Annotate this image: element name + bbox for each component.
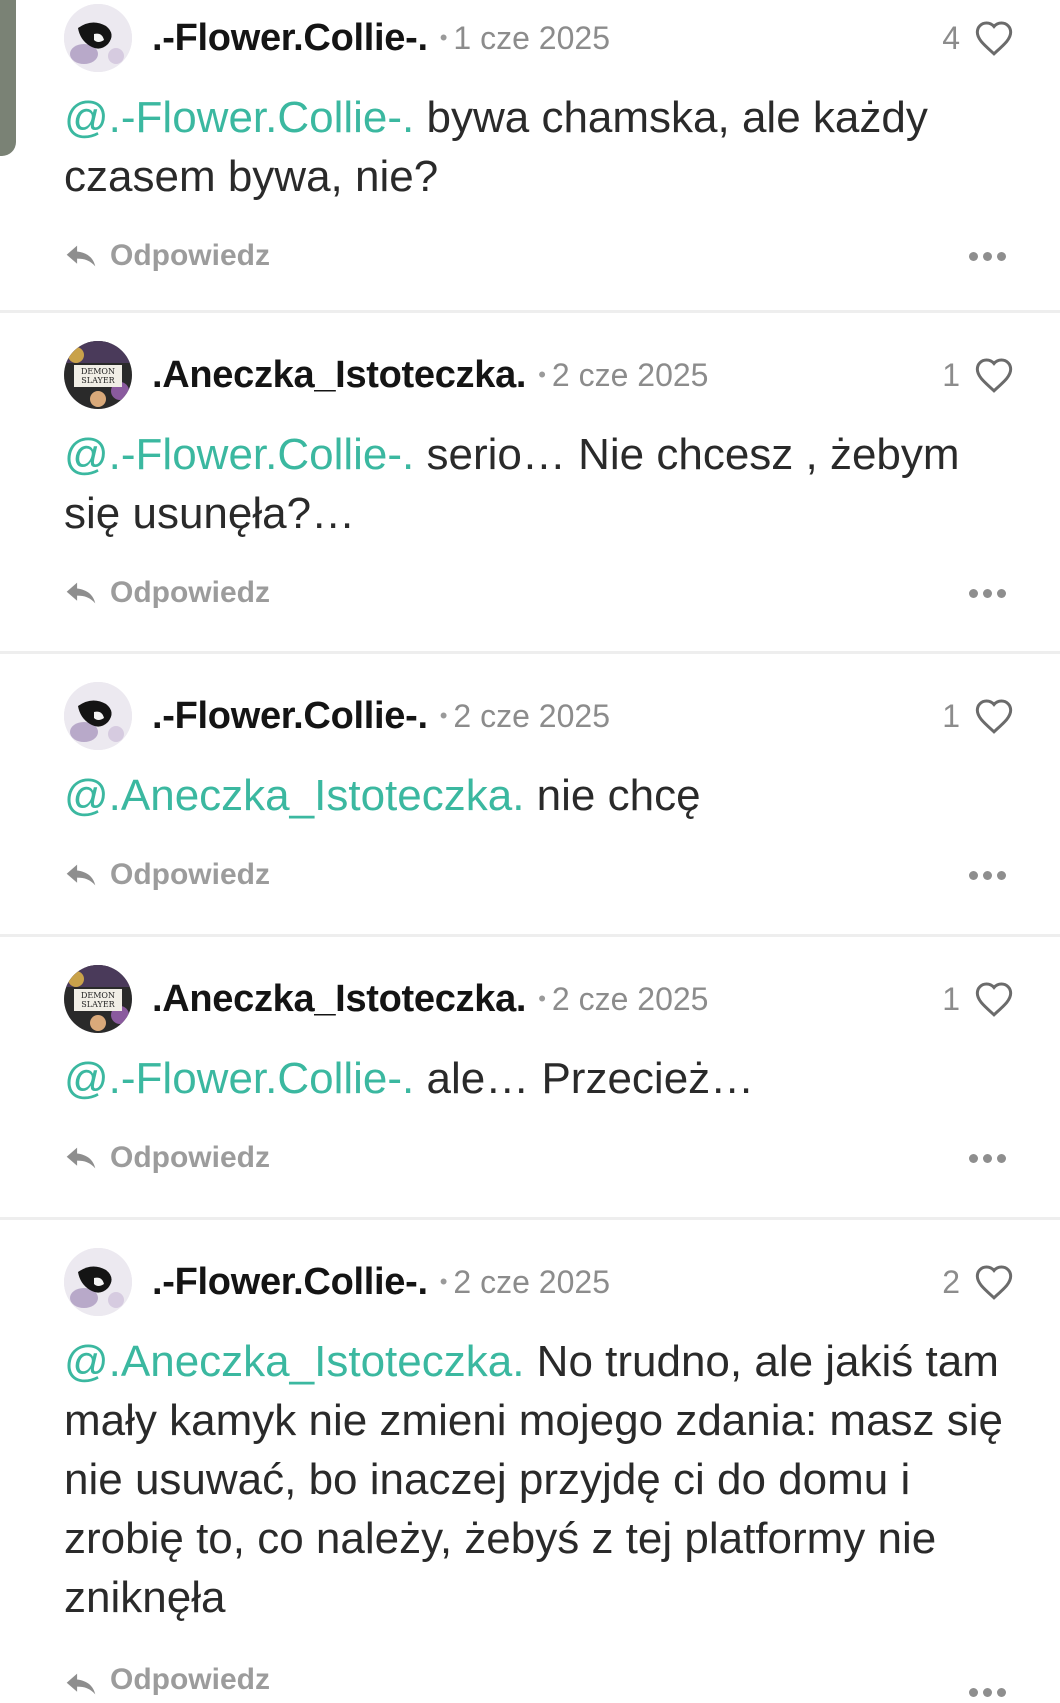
avatar-demon-slayer[interactable]: DEMON SLAYER [64,341,132,409]
comment-actions: Odpowiedz [64,1627,1014,1697]
svg-text:DEMON: DEMON [81,991,115,1000]
comment-actions: Odpowiedz [64,1108,1014,1208]
comment-header: .-Flower.Collie-. • 1 cze 2025 4 [64,0,1014,76]
comment-text: @.-Flower.Collie-. ale… Przecież… [64,1049,1014,1108]
separator-dot: • [439,1269,448,1294]
more-options-icon[interactable] [969,1153,1006,1163]
comment: .-Flower.Collie-. • 2 cze 2025 1 @.Anecz… [0,654,1060,937]
like-count: 4 [942,19,960,56]
comment-actions: Odpowiedz [64,543,1014,643]
reply-icon[interactable] [64,580,98,606]
like-count: 1 [942,980,960,1017]
like-area: 4 [942,19,1014,57]
username[interactable]: .Aneczka_Istoteczka. [152,354,526,397]
comment-text: @.Aneczka_Istoteczka. No trudno, ale jak… [64,1332,1014,1627]
reply-button[interactable]: Odpowiedz [110,858,270,892]
svg-text:SLAYER: SLAYER [81,376,115,385]
username[interactable]: .Aneczka_Istoteczka. [152,978,526,1021]
comment-text: @.-Flower.Collie-. bywa chamska, ale każ… [64,88,1014,206]
heart-icon[interactable] [974,980,1014,1018]
comment-body: nie chcę [524,771,701,820]
mention-link[interactable]: @.-Flower.Collie-. [64,93,414,142]
avatar-collie[interactable] [64,1248,132,1316]
like-area: 2 [942,1263,1014,1301]
like-area: 1 [942,697,1014,735]
reply-icon[interactable] [64,1671,98,1697]
reply-button[interactable]: Odpowiedz [110,576,270,610]
reply-icon[interactable] [64,862,98,888]
comment-text: @.Aneczka_Istoteczka. nie chcę [64,766,1014,825]
comment-text: @.-Flower.Collie-. serio… Nie chcesz , ż… [64,425,1014,543]
mention-link[interactable]: @.Aneczka_Istoteczka. [64,771,524,820]
avatar-collie[interactable] [64,4,132,72]
more-options-icon[interactable] [969,1688,1006,1697]
separator-dot: • [538,986,546,1011]
like-count: 1 [942,697,960,734]
mention-link[interactable]: @.Aneczka_Istoteczka. [64,1337,524,1386]
comment-header: .-Flower.Collie-. • 2 cze 2025 2 [64,1244,1014,1320]
mention-link[interactable]: @.-Flower.Collie-. [64,430,414,479]
like-area: 1 [942,980,1014,1018]
like-count: 2 [942,1263,960,1300]
reply-icon[interactable] [64,243,98,269]
heart-icon[interactable] [974,697,1014,735]
separator-dot: • [439,25,448,50]
username[interactable]: .-Flower.Collie-. [152,695,428,738]
mention-link[interactable]: @.-Flower.Collie-. [64,1054,414,1103]
avatar-demon-slayer[interactable]: DEMON SLAYER [64,965,132,1033]
comment-actions: Odpowiedz [64,825,1014,925]
svg-text:DEMON: DEMON [81,367,115,376]
heart-icon[interactable] [974,356,1014,394]
separator-dot: • [439,703,448,728]
separator-dot: • [538,362,546,387]
like-count: 1 [942,356,960,393]
comment: DEMON SLAYER .Aneczka_Istoteczka. • 2 cze… [0,937,1060,1220]
heart-icon[interactable] [974,19,1014,57]
more-options-icon[interactable] [969,251,1006,261]
reply-icon[interactable] [64,1145,98,1171]
comment-body: ale… Przecież… [414,1054,755,1103]
svg-text:SLAYER: SLAYER [81,1000,115,1009]
comment: .-Flower.Collie-. • 2 cze 2025 2 @.Anecz… [0,1220,1060,1703]
comment-header: .-Flower.Collie-. • 2 cze 2025 1 [64,678,1014,754]
more-options-icon[interactable] [969,870,1006,880]
username[interactable]: .-Flower.Collie-. [152,1261,428,1304]
comment-date: 2 cze 2025 [551,980,709,1017]
reply-button[interactable]: Odpowiedz [110,1141,270,1175]
comment-date: 1 cze 2025 [453,19,610,56]
comment-actions: Odpowiedz [64,206,1014,306]
comment-header: DEMON SLAYER .Aneczka_Istoteczka. • 2 cze… [64,961,1014,1037]
comment: DEMON SLAYER .Aneczka_Istoteczka. • 2 cze… [0,313,1060,654]
comment-header: DEMON SLAYER .Aneczka_Istoteczka. • 2 cze… [64,337,1014,413]
username[interactable]: .-Flower.Collie-. [152,17,428,60]
comment-date: 2 cze 2025 [551,356,709,393]
comment-date: 2 cze 2025 [453,697,610,734]
reply-button[interactable]: Odpowiedz [110,1663,270,1697]
comment: .-Flower.Collie-. • 1 cze 2025 4 @.-Flow… [0,0,1060,313]
like-area: 1 [942,356,1014,394]
more-options-icon[interactable] [969,588,1006,598]
heart-icon[interactable] [974,1263,1014,1301]
avatar-collie[interactable] [64,682,132,750]
comment-date: 2 cze 2025 [453,1263,610,1300]
reply-button[interactable]: Odpowiedz [110,239,270,273]
